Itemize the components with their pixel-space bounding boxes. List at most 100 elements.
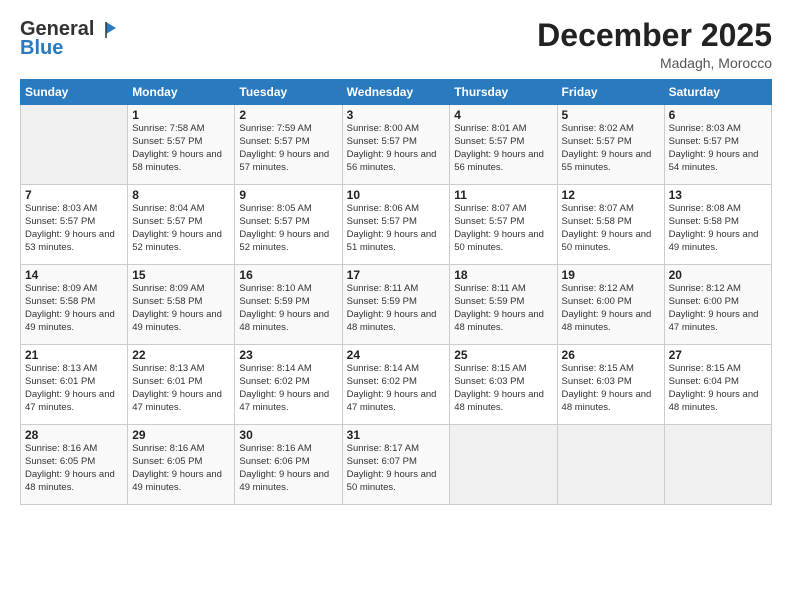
sunset: Sunset: 5:59 PM — [347, 296, 417, 307]
sunset: Sunset: 5:57 PM — [454, 136, 524, 147]
day-info: Sunrise: 8:16 AMSunset: 6:06 PMDaylight:… — [239, 443, 337, 494]
sunset: Sunset: 5:57 PM — [132, 136, 202, 147]
day-number: 7 — [25, 188, 123, 202]
calendar-cell-w3-d6: 20Sunrise: 8:12 AMSunset: 6:00 PMDayligh… — [664, 265, 771, 345]
day-info: Sunrise: 8:03 AMSunset: 5:57 PMDaylight:… — [669, 123, 767, 174]
sunrise: Sunrise: 8:08 AM — [669, 203, 741, 214]
header-monday: Monday — [128, 80, 235, 105]
calendar-cell-w4-d1: 22Sunrise: 8:13 AMSunset: 6:01 PMDayligh… — [128, 345, 235, 425]
sunset: Sunset: 5:57 PM — [25, 216, 95, 227]
day-info: Sunrise: 8:14 AMSunset: 6:02 PMDaylight:… — [239, 363, 337, 414]
day-number: 16 — [239, 268, 337, 282]
calendar-cell-w5-d1: 29Sunrise: 8:16 AMSunset: 6:05 PMDayligh… — [128, 425, 235, 505]
header-wednesday: Wednesday — [342, 80, 450, 105]
sunrise: Sunrise: 8:03 AM — [25, 203, 97, 214]
sunset: Sunset: 6:01 PM — [25, 376, 95, 387]
daylight: Daylight: 9 hours and 47 minutes. — [669, 309, 759, 333]
calendar-cell-w5-d6 — [664, 425, 771, 505]
daylight: Daylight: 9 hours and 50 minutes. — [454, 229, 544, 253]
sunrise: Sunrise: 8:07 AM — [454, 203, 526, 214]
week-row-4: 21Sunrise: 8:13 AMSunset: 6:01 PMDayligh… — [21, 345, 772, 425]
calendar-cell-w4-d3: 24Sunrise: 8:14 AMSunset: 6:02 PMDayligh… — [342, 345, 450, 425]
day-info: Sunrise: 8:05 AMSunset: 5:57 PMDaylight:… — [239, 203, 337, 254]
sunset: Sunset: 5:59 PM — [239, 296, 309, 307]
calendar-cell-w4-d0: 21Sunrise: 8:13 AMSunset: 6:01 PMDayligh… — [21, 345, 128, 425]
calendar-cell-w1-d2: 2Sunrise: 7:59 AMSunset: 5:57 PMDaylight… — [235, 105, 342, 185]
day-number: 30 — [239, 428, 337, 442]
sunrise: Sunrise: 8:07 AM — [562, 203, 634, 214]
daylight: Daylight: 9 hours and 51 minutes. — [347, 229, 437, 253]
sunrise: Sunrise: 8:11 AM — [454, 283, 526, 294]
daylight: Daylight: 9 hours and 48 minutes. — [669, 389, 759, 413]
sunrise: Sunrise: 8:06 AM — [347, 203, 419, 214]
location: Madagh, Morocco — [537, 55, 772, 71]
day-info: Sunrise: 8:09 AMSunset: 5:58 PMDaylight:… — [25, 283, 123, 334]
day-number: 12 — [562, 188, 660, 202]
calendar-cell-w3-d0: 14Sunrise: 8:09 AMSunset: 5:58 PMDayligh… — [21, 265, 128, 345]
day-info: Sunrise: 8:16 AMSunset: 6:05 PMDaylight:… — [132, 443, 230, 494]
daylight: Daylight: 9 hours and 47 minutes. — [132, 389, 222, 413]
week-row-5: 28 Sunrise: 8:16 AMSunset: 6:05 PMDayligh… — [21, 425, 772, 505]
header-saturday: Saturday — [664, 80, 771, 105]
sunset: Sunset: 5:57 PM — [669, 136, 739, 147]
logo-flag-icon — [96, 20, 116, 40]
daylight: Daylight: 9 hours and 48 minutes. — [454, 309, 544, 333]
sunrise: Sunrise: 8:11 AM — [347, 283, 419, 294]
day-info: Sunrise: 8:06 AMSunset: 5:57 PMDaylight:… — [347, 203, 446, 254]
sunset: Sunset: 5:58 PM — [132, 296, 202, 307]
day-info: Sunrise: 8:14 AMSunset: 6:02 PMDaylight:… — [347, 363, 446, 414]
daylight: Daylight: 9 hours and 57 minutes. — [239, 149, 329, 173]
sunset: Sunset: 6:00 PM — [669, 296, 739, 307]
daylight: Daylight: 9 hours and 55 minutes. — [562, 149, 652, 173]
day-number: 17 — [347, 268, 446, 282]
day-number: 24 — [347, 348, 446, 362]
sunset: Sunset: 5:57 PM — [239, 216, 309, 227]
daylight: Daylight: 9 hours and 56 minutes. — [454, 149, 544, 173]
day-info: Sunrise: 8:12 AMSunset: 6:00 PMDaylight:… — [562, 283, 660, 334]
sunrise: Sunrise: 8:09 AM — [25, 283, 97, 294]
calendar-cell-w4-d6: 27Sunrise: 8:15 AMSunset: 6:04 PMDayligh… — [664, 345, 771, 425]
calendar-page: General Blue December 2025 Madagh, Moroc… — [0, 0, 792, 612]
day-info: Sunrise: 7:58 AMSunset: 5:57 PMDaylight:… — [132, 123, 230, 174]
calendar-cell-w1-d5: 5Sunrise: 8:02 AMSunset: 5:57 PMDaylight… — [557, 105, 664, 185]
header-sunday: Sunday — [21, 80, 128, 105]
calendar-cell-w5-d4 — [450, 425, 557, 505]
daylight: Daylight: 9 hours and 48 minutes. — [454, 389, 544, 413]
daylight: Daylight: 9 hours and 58 minutes. — [132, 149, 222, 173]
calendar-cell-w2-d0: 7Sunrise: 8:03 AMSunset: 5:57 PMDaylight… — [21, 185, 128, 265]
sunrise: Sunrise: 8:16 AM — [25, 443, 97, 454]
calendar-cell-w5-d5 — [557, 425, 664, 505]
sunset: Sunset: 5:57 PM — [239, 136, 309, 147]
header-thursday: Thursday — [450, 80, 557, 105]
sunrise: Sunrise: 8:01 AM — [454, 123, 526, 134]
day-info: Sunrise: 7:59 AMSunset: 5:57 PMDaylight:… — [239, 123, 337, 174]
sunset: Sunset: 5:58 PM — [669, 216, 739, 227]
calendar-cell-w4-d4: 25Sunrise: 8:15 AMSunset: 6:03 PMDayligh… — [450, 345, 557, 425]
day-number: 18 — [454, 268, 552, 282]
daylight: Daylight: 9 hours and 49 minutes. — [25, 309, 115, 333]
sunset: Sunset: 6:05 PM — [25, 456, 95, 467]
day-number: 6 — [669, 108, 767, 122]
sunset: Sunset: 6:03 PM — [454, 376, 524, 387]
sunset: Sunset: 5:58 PM — [562, 216, 632, 227]
day-number: 28 — [25, 428, 123, 442]
sunrise: Sunrise: 8:12 AM — [669, 283, 741, 294]
sunset: Sunset: 6:02 PM — [347, 376, 417, 387]
day-info: Sunrise: 8:08 AMSunset: 5:58 PMDaylight:… — [669, 203, 767, 254]
sunrise: Sunrise: 8:03 AM — [669, 123, 741, 134]
calendar-cell-w1-d4: 4Sunrise: 8:01 AMSunset: 5:57 PMDaylight… — [450, 105, 557, 185]
sunrise: Sunrise: 8:17 AM — [347, 443, 419, 454]
calendar-cell-w3-d2: 16Sunrise: 8:10 AMSunset: 5:59 PMDayligh… — [235, 265, 342, 345]
title-section: December 2025 Madagh, Morocco — [537, 18, 772, 71]
calendar-cell-w4-d2: 23Sunrise: 8:14 AMSunset: 6:02 PMDayligh… — [235, 345, 342, 425]
daylight: Daylight: 9 hours and 52 minutes. — [132, 229, 222, 253]
daylight: Daylight: 9 hours and 49 minutes. — [132, 309, 222, 333]
day-info: Sunrise: 8:02 AMSunset: 5:57 PMDaylight:… — [562, 123, 660, 174]
day-info: Sunrise: 8:01 AM Sunset: 5:57 PM Daylight:… — [454, 123, 552, 174]
daylight: Daylight: 9 hours and 48 minutes. — [562, 309, 652, 333]
sunset: Sunset: 5:57 PM — [347, 136, 417, 147]
daylight: Daylight: 9 hours and 48 minutes. — [239, 309, 329, 333]
day-number: 9 — [239, 188, 337, 202]
daylight: Daylight: 9 hours and 47 minutes. — [347, 389, 437, 413]
logo-blue: Blue — [20, 37, 63, 60]
